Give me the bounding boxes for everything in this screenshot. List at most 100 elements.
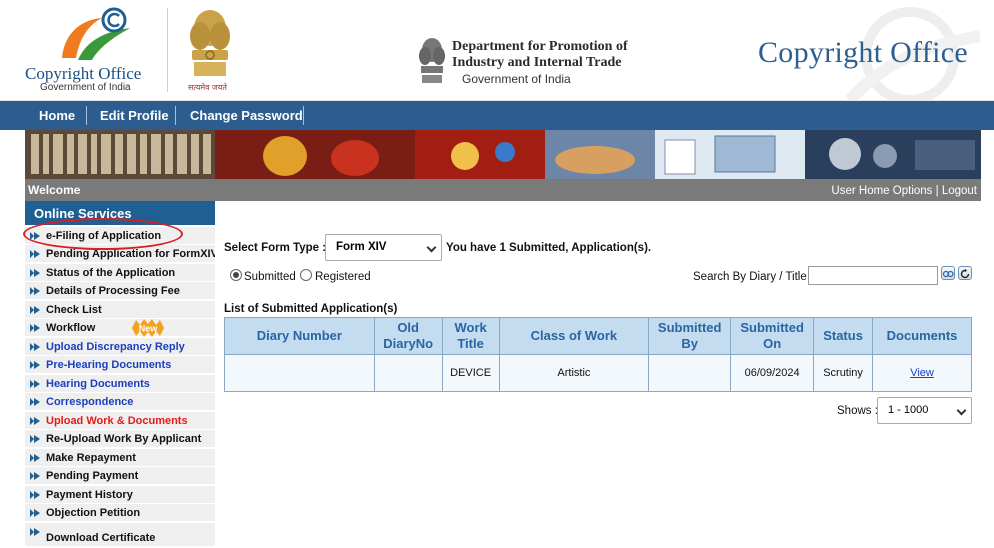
sidebar-item-label: Upload Work & Documents [46,415,188,427]
arrow-right-icon [30,361,40,369]
arrow-right-icon [30,324,40,332]
sidebar-item-label: Upload Discrepancy Reply [46,341,185,353]
sidebar-item-workflow[interactable]: Workflow [25,319,215,337]
col-status: Status [813,317,874,355]
welcome-bar: Welcome User Home Options | Logout [25,179,981,201]
banner-collage [25,130,981,179]
sidebar-item-pending-application-for-formxiv[interactable]: Pending Application for FormXIV [25,245,215,263]
sidebar-item-label: Pending Application for FormXIV [46,248,215,260]
nav-edit-profile[interactable]: Edit Profile [100,101,169,130]
sidebar-item-status-of-the-application[interactable]: Status of the Application [25,264,215,282]
col-documents: Documents [872,317,972,355]
new-badge-label: New [139,324,159,334]
radio-registered-label: Registered [315,271,371,283]
sidebar-item-label: Correspondence [46,396,134,408]
search-go-icon[interactable] [941,266,955,280]
arrow-right-icon [30,287,40,295]
sidebar-item-label: Pending Payment [46,470,139,482]
sidebar-item-upload-work-documents[interactable]: Upload Work & Documents [25,412,215,430]
site-header: Copyright Office Government of India सत्… [0,0,994,101]
radio-submitted[interactable] [230,269,242,281]
nav-separator [175,106,176,125]
sidebar-item-label: Download Certificate [46,532,156,544]
nav-home[interactable]: Home [39,101,75,130]
page-size-value: 1 - 1000 [888,404,929,416]
go-glyph-icon [942,270,954,278]
sidebar-item-e-filing-of-application[interactable]: e-Filing of Application [25,227,215,245]
select-form-label: Select Form Type : [224,242,327,254]
sidebar-item-pending-payment[interactable]: Pending Payment [25,467,215,485]
dept-subtitle: Government of India [462,72,571,86]
header-divider [167,8,168,92]
shows-label: Shows : [837,405,878,417]
sidebar: Online Services e-Filing of Application P… [25,201,215,548]
sidebar-item-objection-petition[interactable]: Objection Petition [25,504,215,522]
sidebar-item-pre-hearing-documents[interactable]: Pre-Hearing Documents [25,356,215,374]
dept-title-line1: Department for Promotion of [452,39,628,54]
logout-link[interactable]: Logout [942,185,977,197]
arrow-right-icon [30,306,40,314]
sidebar-item-download-certificate[interactable]: Download Certificate [25,523,215,547]
arrow-right-icon [30,398,40,406]
sidebar-item-label: Details of Processing Fee [46,285,180,297]
table-header-row: Diary Number Old DiaryNo Work Title Clas… [224,317,972,355]
form-type-select[interactable]: Form XIV [325,234,442,261]
new-badge-icon: New [132,319,164,337]
sidebar-item-label: Status of the Application [46,267,176,279]
copyright-logo-icon [62,7,130,60]
form-type-value: Form XIV [336,241,387,253]
nav-change-password[interactable]: Change Password [190,101,303,130]
search-input[interactable] [808,266,938,285]
arrow-right-icon [30,269,40,277]
sidebar-item-hearing-documents[interactable]: Hearing Documents [25,375,215,393]
arrow-right-icon [30,417,40,425]
arrow-right-icon [30,343,40,351]
page-size-select[interactable]: 1 - 1000 [877,397,972,424]
cell-submitted-on: 06/09/2024 [730,354,815,392]
sidebar-item-label: Payment History [46,489,133,501]
refresh-icon[interactable] [958,266,972,280]
col-old-diaryno: Old DiaryNo [373,317,443,355]
site-title: Copyright Office [758,36,969,69]
cell-old-diaryno [373,354,443,392]
sidebar-item-check-list[interactable]: Check List [25,301,215,319]
refresh-glyph-icon [960,268,970,279]
sidebar-item-correspondence[interactable]: Correspondence [25,393,215,411]
copyright-office-logo[interactable]: Copyright Office Government of India [22,6,162,94]
options-link[interactable]: Options [893,185,933,197]
cell-submitted-by [648,354,732,392]
sidebar-item-details-of-processing-fee[interactable]: Details of Processing Fee [25,282,215,300]
col-class-of-work: Class of Work [498,317,650,355]
arrow-right-icon [30,380,40,388]
col-submitted-by: Submitted By [648,317,732,355]
view-link[interactable]: View [910,367,934,379]
arrow-right-icon [30,472,40,480]
arrow-right-icon [30,435,40,443]
sidebar-item-label: Objection Petition [46,507,141,519]
emblem-caption: सत्यमेव जयते [188,83,227,92]
chevron-down-icon [956,405,967,416]
logo-subtitle: Government of India [40,82,131,93]
national-emblem-icon [190,10,230,76]
cell-work-title: DEVICE [441,354,500,392]
logo-title: Copyright Office [25,64,142,83]
applications-table: Diary Number Old DiaryNo Work Title Clas… [224,317,972,392]
user-links: User Home Options | Logout [831,179,977,203]
col-diary-number: Diary Number [224,317,375,355]
arrow-right-icon [30,509,40,517]
list-title: List of Submitted Application(s) [224,303,398,315]
col-work-title: Work Title [441,317,500,355]
sidebar-item-payment-history[interactable]: Payment History [25,486,215,504]
sidebar-item-upload-discrepancy-reply[interactable]: Upload Discrepancy Reply [25,338,215,356]
arrow-right-icon [30,491,40,499]
arrow-right-icon [30,528,40,536]
sidebar-item-label: Make Repayment [46,452,136,464]
sidebar-item-make-repayment[interactable]: Make Repayment [25,449,215,467]
chevron-down-icon [426,242,437,253]
user-home-link[interactable]: User Home [831,185,889,197]
welcome-text: Welcome [28,183,81,197]
radio-registered[interactable] [300,269,312,281]
sidebar-item-re-upload-work-by-applicant[interactable]: Re-Upload Work By Applicant [25,430,215,448]
sidebar-item-label: Hearing Documents [46,378,150,390]
nav-separator [303,106,304,125]
